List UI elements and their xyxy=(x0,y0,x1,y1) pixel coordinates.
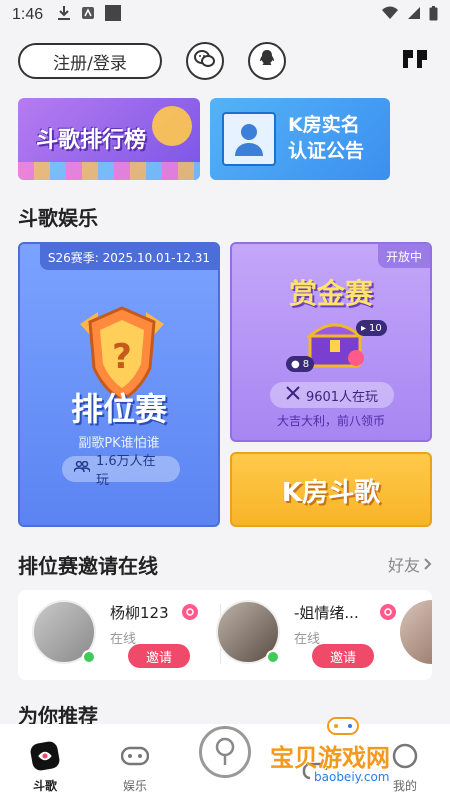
friend-item: -姐情绪... 在线 邀请 xyxy=(216,600,396,670)
kroom-battle-title: K房斗歌 xyxy=(281,478,381,508)
microphone-icon xyxy=(199,726,251,778)
friend-name: 杨柳123 xyxy=(110,604,169,622)
reward-badge-top-value: 10 xyxy=(369,322,382,334)
friends-link-label: 好友 xyxy=(387,556,420,575)
section-title-invite: 排位赛邀请在线 xyxy=(18,554,158,578)
bounty-player-count: 9601人在玩 xyxy=(270,382,394,408)
id-avatar-icon xyxy=(222,112,276,166)
flag-icon: ▸ xyxy=(361,322,367,334)
rank-list-banner[interactable]: 斗歌排行榜 xyxy=(18,98,200,180)
invite-button[interactable]: 邀请 xyxy=(312,644,374,668)
notification-icon xyxy=(81,6,95,24)
section-title-entertainment: 斗歌娱乐 xyxy=(18,206,98,230)
female-icon xyxy=(380,604,396,620)
friend-status: 在线 xyxy=(294,632,321,647)
avatar[interactable] xyxy=(400,600,432,664)
ranked-player-count: 1.6万人在玩 xyxy=(62,454,180,488)
status-right xyxy=(381,5,438,25)
friend-item: 杨柳123 在线 邀请 xyxy=(32,600,212,670)
tab-entertainment[interactable]: 娱乐 xyxy=(90,724,180,800)
kroom-notice-banner[interactable]: K房实名 认证公告 xyxy=(210,98,390,180)
battery-icon xyxy=(429,5,438,25)
app-status-icon xyxy=(105,5,122,25)
qq-icon xyxy=(258,49,276,73)
reward-badge-left: ● 8 xyxy=(286,356,315,372)
ranked-title: 排位赛 xyxy=(70,390,167,428)
wechat-icon xyxy=(194,50,216,72)
status-bar: 1:46 xyxy=(0,0,450,30)
top-row: 注册/登录 xyxy=(18,42,432,80)
watermark-text: 宝贝游戏网 xyxy=(270,744,390,772)
open-status-badge: 开放中 xyxy=(377,244,430,268)
banner-decoration xyxy=(18,162,200,180)
tab-label: 娱乐 xyxy=(122,779,147,793)
friend-status: 在线 xyxy=(110,632,137,647)
download-icon xyxy=(57,5,71,25)
qq-login-button[interactable] xyxy=(248,42,286,80)
reward-badge-top: ▸ 10 xyxy=(356,320,387,336)
chevron-right-icon xyxy=(424,555,432,574)
tab-sing[interactable] xyxy=(180,724,270,800)
watermark: 宝贝游戏网 baobeiy.com xyxy=(270,708,430,788)
ranked-subtitle: 副歌PK谁怕谁 xyxy=(78,436,160,451)
wifi-icon xyxy=(381,6,399,24)
kroom-banner-line1: K房实名 xyxy=(288,114,360,136)
swords-icon xyxy=(286,386,300,404)
app-logo-icon xyxy=(400,44,430,78)
login-button[interactable]: 注册/登录 xyxy=(18,43,162,79)
coin-icon: ● xyxy=(291,358,300,370)
invite-button[interactable]: 邀请 xyxy=(128,644,190,668)
online-indicator xyxy=(266,650,280,664)
tab-label: 斗歌 xyxy=(32,779,57,793)
clock: 1:46 xyxy=(12,6,44,23)
svg-text:?: ? xyxy=(112,337,132,377)
bounty-title: 赏金赛 xyxy=(288,277,373,310)
ranked-player-count-text: 1.6万人在玩 xyxy=(96,454,156,488)
douge-tab-icon xyxy=(28,739,62,773)
tab-douge[interactable]: 斗歌 xyxy=(0,724,90,800)
friends-link[interactable]: 好友 xyxy=(388,552,432,576)
gamepad-icon xyxy=(118,739,152,773)
watermark-url: baobeiy.com xyxy=(310,770,394,784)
users-icon xyxy=(73,460,91,477)
kroom-battle-card[interactable]: K房斗歌 xyxy=(230,452,432,527)
ranked-match-card[interactable]: S26赛季: 2025.10.01-12.31 ? 排位赛 副歌PK谁怕谁 1.… xyxy=(18,242,220,527)
signal-icon xyxy=(407,6,421,24)
rank-banner-title: 斗歌排行榜 xyxy=(36,128,147,153)
bounty-player-count-text: 9601人在玩 xyxy=(305,389,379,405)
bounty-subtitle: 大吉大利，前八领币 xyxy=(276,414,385,428)
wechat-login-button[interactable] xyxy=(186,42,224,80)
online-indicator xyxy=(82,650,96,664)
reward-badge-left-value: 8 xyxy=(302,358,310,370)
female-icon xyxy=(182,604,198,620)
friend-name: -姐情绪... xyxy=(294,604,359,622)
kroom-banner-title: K房实名 认证公告 xyxy=(288,112,364,164)
online-friends-list: 杨柳123 在线 邀请 -姐情绪... 在线 邀请 xyxy=(18,590,432,680)
kroom-banner-line2: 认证公告 xyxy=(288,140,365,162)
app-logo-button[interactable] xyxy=(398,44,432,78)
season-badge: S26赛季: 2025.10.01-12.31 xyxy=(39,244,218,270)
trophy-icon xyxy=(152,106,192,146)
bounty-match-card[interactable]: 开放中 赏金赛 ▸ 10 ● 8 9601人在玩 大吉大利，前八领币 xyxy=(230,242,432,442)
